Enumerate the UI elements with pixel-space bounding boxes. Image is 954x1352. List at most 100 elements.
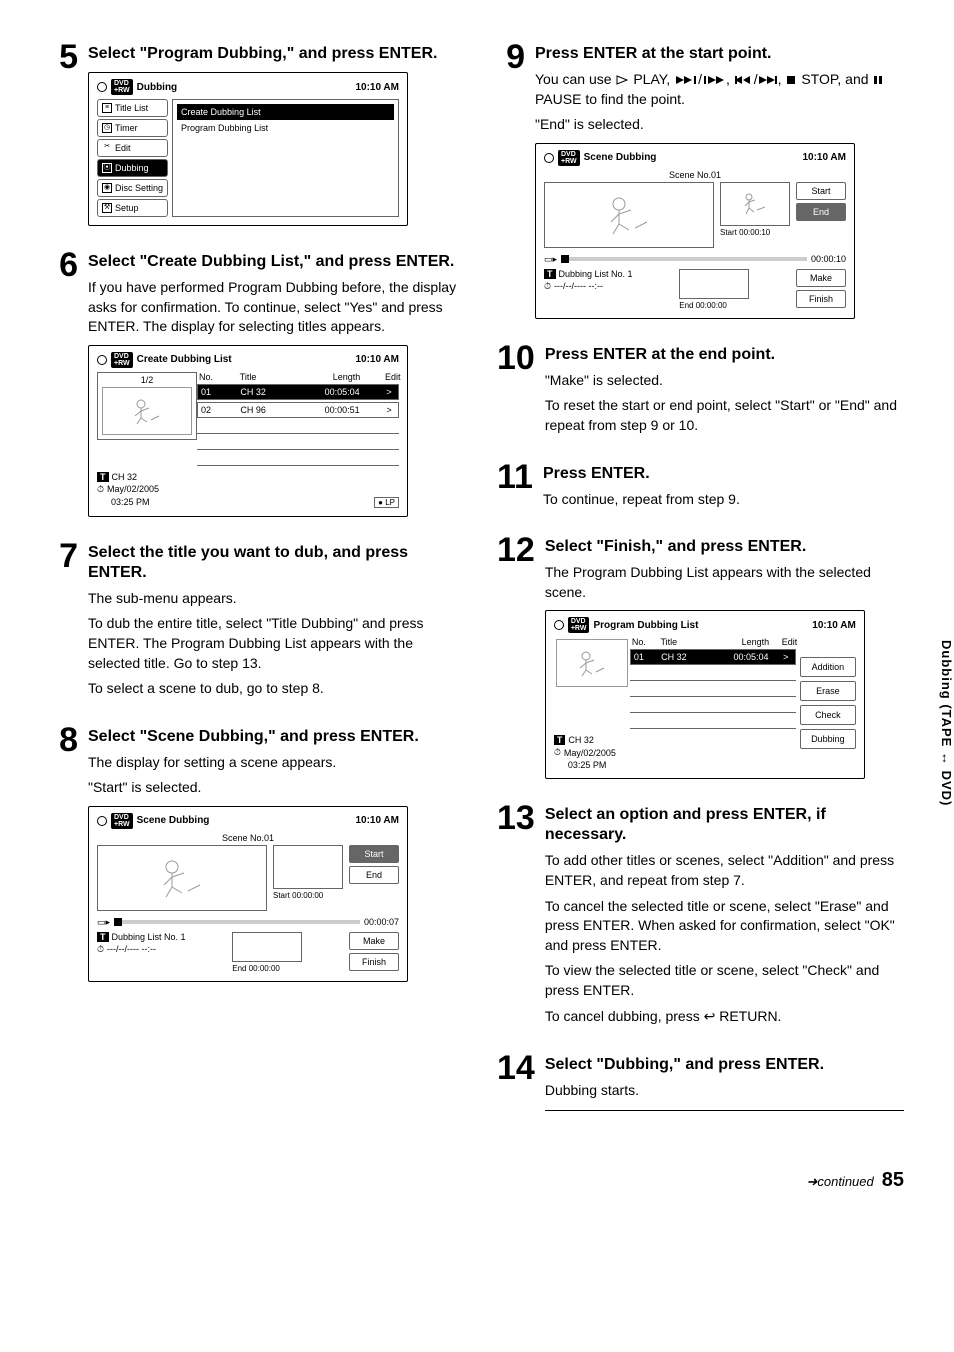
tab-dubbing[interactable]: ⦿Dubbing (97, 159, 168, 177)
tab-timer[interactable]: ◷Timer (97, 119, 168, 137)
person-figure-icon (127, 396, 167, 426)
erase-button[interactable]: Erase (800, 681, 856, 701)
menu-item-program-dubbing-list[interactable]: Program Dubbing List (177, 120, 394, 136)
step-9: 9 Press ENTER at the start point. You ca… (497, 40, 904, 323)
clock-icon: ⏱ (544, 281, 551, 292)
progress-time: 00:00:10 (811, 254, 846, 264)
step-number: 8 (50, 723, 78, 986)
end-button[interactable]: End (349, 866, 399, 884)
step-title: Select "Program Dubbing," and press ENTE… (88, 44, 457, 64)
record-indicator-icon (97, 816, 107, 826)
panel-title: Scene Dubbing (137, 815, 210, 826)
step-text: If you have performed Program Dubbing be… (88, 278, 457, 337)
col-title: Title (240, 372, 286, 382)
panel-time: 10:10 AM (355, 82, 399, 93)
dvd-rw-badge: DVD+RW (111, 352, 133, 368)
start-button[interactable]: Start (796, 182, 846, 200)
step-number: 10 (497, 341, 535, 442)
section-tab: Dubbing (TAPE ↔ DVD) (939, 640, 954, 806)
step-number: 14 (497, 1051, 535, 1122)
step-number: 9 (497, 40, 525, 323)
separator (545, 1110, 904, 1111)
step-title: Select "Create Dubbing List," and press … (88, 252, 457, 272)
addition-button[interactable]: Addition (800, 657, 856, 677)
t-badge: T (544, 269, 556, 279)
clock-icon: ⏱ (97, 944, 104, 955)
dvd-rw-badge: DVD+RW (568, 617, 590, 633)
return-icon: ↩ (704, 1007, 716, 1027)
start-button[interactable]: Start (349, 845, 399, 863)
start-thumbnail (720, 182, 790, 226)
t-badge: T (97, 472, 109, 482)
tab-title-list[interactable]: ≡Title List (97, 99, 168, 117)
step-title: Press ENTER at the end point. (545, 345, 904, 365)
step-number: 7 (50, 539, 78, 705)
make-button[interactable]: Make (796, 269, 846, 287)
next-icon (758, 74, 778, 86)
panel-title: Scene Dubbing (584, 152, 657, 163)
panel-time: 10:10 AM (802, 152, 846, 163)
check-button[interactable]: Check (800, 705, 856, 725)
dubbing-menu-panel: DVD+RW Dubbing 10:10 AM ≡Title List ◷Tim… (88, 72, 408, 226)
left-column: 5 Select "Program Dubbing," and press EN… (50, 40, 457, 1139)
meta-placeholder: ---/--/---- --:-- (107, 944, 156, 954)
page-number: 85 (882, 1169, 904, 1192)
title-row[interactable]: 02 CH 96 00:00:51 > (197, 402, 399, 418)
start-time-label: Start 00:00:10 (720, 228, 790, 237)
title-row[interactable]: 01 CH 32 00:05:04 > (630, 649, 796, 665)
step-13: 13 Select an option and press ENTER, if … (497, 801, 904, 1032)
panel-time: 10:10 AM (355, 354, 399, 365)
t-badge: T (554, 735, 566, 745)
title-row[interactable]: 01 CH 32 00:05:04 > (197, 384, 399, 400)
step-number: 13 (497, 801, 535, 1032)
record-indicator-icon (544, 153, 554, 163)
create-dubbing-list-panel: DVD+RW Create Dubbing List 10:10 AM 1/2 (88, 345, 408, 517)
progress-bar[interactable] (114, 920, 360, 924)
tab-disc-setting[interactable]: ◉Disc Setting (97, 179, 168, 197)
progress-time: 00:00:07 (364, 917, 399, 927)
meta-channel: CH 32 (112, 472, 138, 482)
record-mode-badge: ● LP (374, 497, 399, 508)
tab-setup[interactable]: ⚒Setup (97, 199, 168, 217)
col-edit: Edit (782, 637, 794, 647)
step-5: 5 Select "Program Dubbing," and press EN… (50, 40, 457, 230)
scissors-icon: ✂ (102, 143, 112, 153)
finish-button[interactable]: Finish (796, 290, 846, 308)
progress-bar[interactable] (561, 257, 807, 261)
page-columns: 5 Select "Program Dubbing," and press EN… (50, 40, 904, 1139)
empty-row (197, 452, 399, 466)
menu-item-create-dubbing-list[interactable]: Create Dubbing List (177, 104, 394, 120)
title-thumbnail (556, 639, 628, 687)
record-indicator-icon (554, 620, 564, 630)
clock-icon: ⏱ (554, 747, 561, 758)
continued-label: ➜continued (806, 1174, 873, 1190)
col-edit: Edit (385, 372, 397, 382)
step-title: Press ENTER at the start point. (535, 44, 904, 64)
col-no: No. (199, 372, 215, 382)
tab-edit[interactable]: ✂Edit (97, 139, 168, 157)
step-title: Press ENTER. (543, 464, 904, 484)
col-no: No. (632, 637, 648, 647)
person-figure-icon (572, 648, 612, 678)
person-figure-icon (599, 192, 659, 238)
step-text: To reset the start or end point, select … (545, 396, 904, 435)
step-number: 11 (497, 460, 533, 516)
scan-fwd-icon (702, 74, 726, 86)
meta-date: May/02/2005 (564, 748, 616, 758)
step-title: Select "Dubbing," and press ENTER. (545, 1055, 904, 1075)
make-button[interactable]: Make (349, 932, 399, 950)
menu-tabs: ≡Title List ◷Timer ✂Edit ⦿Dubbing ◉Disc … (97, 99, 168, 217)
col-length: Length (310, 372, 360, 382)
step-text: You can use PLAY, /, /, STOP, and PAUSE … (535, 70, 904, 109)
menu-content: Create Dubbing List Program Dubbing List (172, 99, 399, 217)
step-text: To continue, repeat from step 9. (543, 490, 904, 510)
finish-button[interactable]: Finish (349, 953, 399, 971)
step-number: 12 (497, 533, 535, 783)
empty-row (197, 420, 399, 434)
record-indicator-icon (97, 355, 107, 365)
toolbox-icon: ⚒ (102, 203, 112, 213)
panel-title: Dubbing (137, 82, 178, 93)
dubbing-button[interactable]: Dubbing (800, 729, 856, 749)
end-button[interactable]: End (796, 203, 846, 221)
empty-row (630, 683, 796, 697)
